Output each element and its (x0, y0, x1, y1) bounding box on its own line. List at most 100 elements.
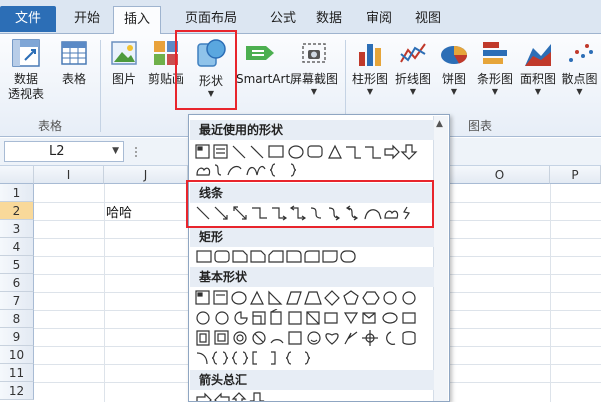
column-header-p[interactable]: P (550, 166, 601, 184)
tab-view[interactable]: 视图 (404, 6, 452, 34)
select-all-corner[interactable] (0, 166, 34, 184)
tab-file[interactable]: 文件 (0, 6, 56, 32)
line-chart-label: 折线图 (394, 72, 431, 86)
name-box-value: L2 (49, 144, 65, 159)
area-chart-label: 面积图 (519, 72, 556, 86)
scatter-chart-dropdown-arrow[interactable]: ▼ (558, 87, 601, 97)
pivot-table-button[interactable]: 数据 透视表 (4, 38, 48, 102)
column-chart-dropdown-arrow[interactable]: ▼ (348, 87, 392, 97)
pivot-table-icon (12, 39, 40, 67)
row-header[interactable]: 10 (0, 346, 34, 364)
recent-shapes-row-2[interactable] (195, 161, 315, 179)
basic-shapes-row-2[interactable] (195, 309, 435, 327)
screenshot-icon (302, 43, 326, 63)
grid-line (550, 184, 551, 402)
dropdown-scrollbar[interactable]: ▲ (433, 116, 448, 401)
group-label-charts: 图表 (467, 119, 492, 133)
smartart-icon (246, 46, 274, 60)
picture-icon (111, 41, 137, 65)
column-chart-label: 柱形图 (351, 72, 388, 86)
basic-shapes-row-1[interactable] (195, 289, 435, 307)
screenshot-button[interactable]: 屏幕截图 ▼ (288, 38, 340, 97)
row-header[interactable]: 7 (0, 292, 34, 310)
row-header[interactable]: 3 (0, 220, 34, 238)
shapes-highlight-box (175, 30, 237, 110)
tab-home[interactable]: 开始 (62, 6, 112, 34)
column-chart-icon (359, 44, 381, 66)
row-header[interactable]: 11 (0, 364, 34, 382)
row-header[interactable]: 8 (0, 310, 34, 328)
tab-review[interactable]: 审阅 (354, 6, 404, 34)
column-header-j[interactable]: J (104, 166, 188, 184)
line-chart-dropdown-arrow[interactable]: ▼ (392, 87, 434, 97)
screenshot-dropdown-arrow[interactable]: ▼ (288, 87, 340, 97)
tab-insert[interactable]: 插入 (113, 6, 161, 35)
basic-shapes-row-4[interactable] (195, 349, 355, 367)
screenshot-label: 屏幕截图 (289, 72, 338, 86)
scatter-chart-icon (568, 44, 593, 62)
block-arrows-icon (196, 392, 265, 401)
section-recent-shapes: 最近使用的形状 (190, 120, 434, 140)
basic-shapes-icon (196, 309, 416, 325)
bar-chart-label: 条形图 (476, 72, 513, 86)
formula-bar-dots-icon (132, 146, 140, 157)
pie-chart-label: 饼图 (441, 72, 466, 86)
row-header[interactable]: 6 (0, 274, 34, 292)
smartart-label: SmartArt (236, 72, 291, 86)
name-box[interactable]: L2 ▼ (4, 141, 124, 162)
line-chart-button[interactable]: 折线图 ▼ (392, 38, 434, 97)
basic-shapes-icon (196, 351, 311, 365)
rectangles-icon (196, 250, 356, 263)
bar-chart-icon (483, 42, 507, 64)
area-chart-button[interactable]: 面积图 ▼ (516, 38, 560, 97)
table-label: 表格 (61, 72, 86, 86)
recent-shapes-icon (195, 144, 418, 160)
row-header[interactable]: 12 (0, 382, 34, 400)
tab-formulas[interactable]: 公式 (258, 6, 308, 34)
pie-chart-icon (441, 46, 468, 64)
pivot-table-label-1: 数据 (13, 72, 38, 86)
scroll-up-icon[interactable]: ▲ (436, 119, 443, 129)
bar-chart-dropdown-arrow[interactable]: ▼ (474, 87, 516, 97)
section-basic-shapes: 基本形状 (190, 267, 434, 287)
block-arrows-row[interactable] (195, 391, 435, 401)
basic-shapes-row-3[interactable] (195, 329, 435, 347)
table-button[interactable]: 表格 (54, 38, 94, 87)
group-separator (100, 40, 101, 132)
row-header[interactable]: 2 (0, 202, 34, 220)
row-header[interactable]: 9 (0, 328, 34, 346)
row-header[interactable]: 5 (0, 256, 34, 274)
picture-label: 图片 (111, 72, 136, 86)
lines-highlight-box (186, 180, 434, 228)
row-header[interactable]: 1 (0, 184, 34, 202)
basic-shapes-icon (195, 290, 416, 306)
rectangles-row[interactable] (195, 248, 435, 266)
scatter-chart-button[interactable]: 散点图 ▼ (558, 38, 601, 97)
line-chart-icon (400, 43, 426, 63)
picture-button[interactable]: 图片 (106, 38, 142, 87)
area-chart-dropdown-arrow[interactable]: ▼ (516, 87, 560, 97)
recent-shapes-icon (196, 163, 297, 177)
area-chart-icon (525, 44, 551, 66)
bar-chart-button[interactable]: 条形图 ▼ (474, 38, 516, 97)
section-block-arrows: 箭头总汇 (190, 370, 434, 390)
column-header-i[interactable]: I (34, 166, 104, 184)
basic-shapes-icon (196, 330, 416, 346)
column-chart-button[interactable]: 柱形图 ▼ (348, 38, 392, 97)
grid-line (104, 184, 105, 402)
pie-chart-dropdown-arrow[interactable]: ▼ (436, 87, 472, 97)
pivot-table-label-2: 透视表 (7, 87, 44, 101)
shapes-dropdown-menu: ▲ 最近使用的形状 线条 矩形 基本形状 箭头总汇 (188, 114, 450, 402)
cell-j2[interactable]: 哈哈 (106, 202, 132, 221)
scatter-chart-label: 散点图 (561, 72, 598, 86)
section-rectangles: 矩形 (190, 227, 434, 247)
ribbon-tabs: 文件 开始 插入 页面布局 公式 数据 审阅 视图 (0, 0, 601, 35)
table-icon (61, 41, 87, 65)
chevron-down-icon[interactable]: ▼ (112, 142, 119, 161)
pie-chart-button[interactable]: 饼图 ▼ (436, 38, 472, 97)
column-header-o[interactable]: O (450, 166, 550, 184)
recent-shapes-row-1[interactable] (195, 143, 435, 161)
smartart-button[interactable]: SmartArt (236, 38, 290, 87)
row-header[interactable]: 4 (0, 238, 34, 256)
tab-data[interactable]: 数据 (304, 6, 354, 34)
